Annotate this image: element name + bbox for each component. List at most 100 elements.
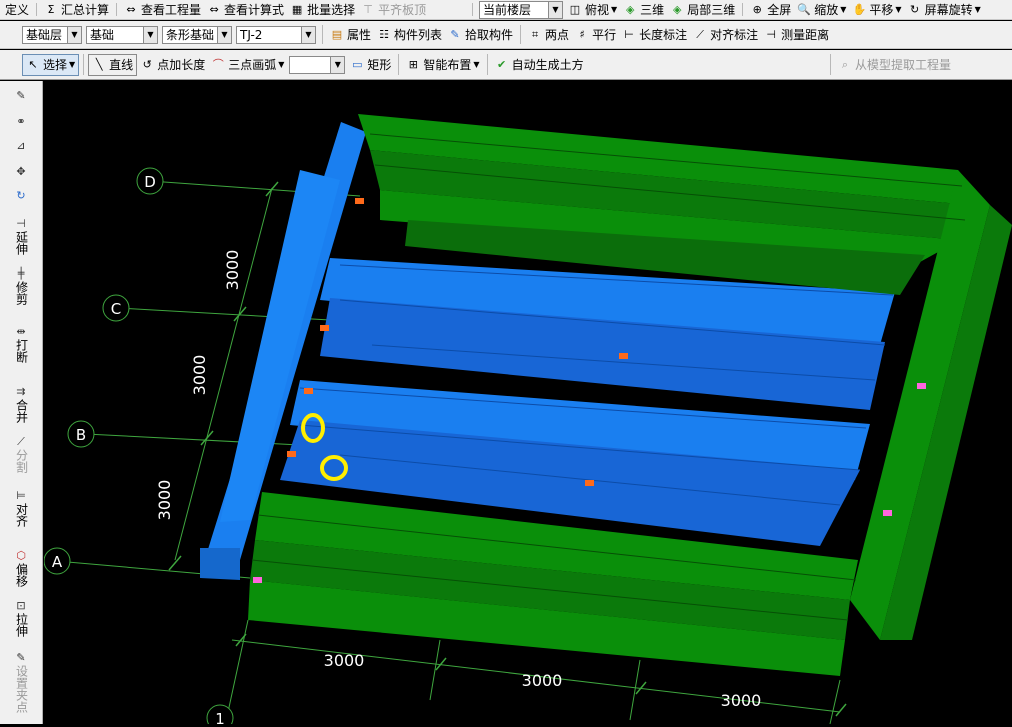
chevron-down-icon: ▼	[217, 26, 231, 43]
parallel-icon: ♯	[579, 27, 585, 41]
split-button[interactable]: ⟋ 分割	[0, 435, 42, 473]
element-list-button[interactable]: ☷ 构件列表	[374, 21, 445, 48]
3d-label: 三维	[640, 3, 665, 17]
list-icon: ☷	[379, 27, 389, 41]
break-button[interactable]: ⇹ 打断	[0, 325, 42, 363]
measure-distance-button[interactable]: ⊣ 测量距离	[761, 21, 832, 48]
foundation-model-svg[interactable]: D C B A 1 3000 3000 3000 3000 3000 3000	[43, 81, 1012, 727]
rotate-tool-button[interactable]: ↻	[0, 189, 42, 203]
element-list-label: 构件列表	[394, 28, 443, 42]
zoom-button[interactable]: 🔍 缩放 ▼	[794, 0, 849, 19]
define-button[interactable]: 定义	[2, 0, 32, 19]
axis-label-b: B	[76, 426, 86, 444]
measure-icon: ⊣	[766, 27, 776, 41]
select-button[interactable]: ↖ 选择 ▼	[22, 53, 80, 76]
smart-layout-button[interactable]: ⊞ 智能布置 ▼	[403, 50, 482, 79]
extract-quantity-button[interactable]: ⌕ 从模型提取工程量	[835, 50, 954, 79]
axis-label-1: 1	[215, 710, 225, 724]
3d-button[interactable]: ◈ 三维	[620, 0, 667, 19]
stretch-button[interactable]: ⊡ 拉伸	[0, 599, 42, 637]
align-button[interactable]: ⊨ 对齐	[0, 489, 42, 527]
auto-earthwork-button[interactable]: ✔ 自动生成土方	[492, 50, 587, 79]
move-tool-button[interactable]: ✥	[0, 165, 42, 179]
fullscreen-button[interactable]: ⊕ 全屏	[747, 0, 794, 19]
top-view-button[interactable]: ◫ 俯视 ▼	[565, 0, 620, 19]
pick-icon: ✎	[450, 27, 460, 41]
two-point-label: 两点	[545, 28, 570, 42]
two-point-axis-button[interactable]: ⌗ 两点	[525, 21, 572, 48]
screen-rotate-button[interactable]: ↻ 屏幕旋转 ▼	[905, 0, 984, 19]
layer-combo[interactable]: 基础层 ▼	[22, 25, 82, 44]
stretch-icon: ⊡	[16, 599, 26, 612]
mirror-tool-button[interactable]: ⊿	[0, 139, 42, 153]
align-label: 对齐	[14, 503, 29, 527]
zoom-icon: 🔍	[797, 2, 812, 16]
local-3d-button[interactable]: ◈ 局部三维	[667, 0, 738, 19]
three-point-arc-button[interactable]: ⌒ 三点画弧 ▼	[208, 50, 287, 79]
point-length-label: 点加长度	[157, 58, 206, 72]
properties-button[interactable]: ▤ 属性	[327, 21, 374, 48]
edit-tool-button[interactable]: ✎	[0, 89, 42, 103]
extend-button[interactable]: ⊣ 延伸	[0, 217, 42, 255]
layer-value: 基础层	[26, 28, 63, 42]
axis-label-d: D	[144, 173, 156, 191]
view-formula-button[interactable]: ⇔ 查看计算式	[204, 0, 287, 19]
break-icon: ⇹	[16, 325, 26, 338]
type-combo[interactable]: 条形基础 ▼	[162, 25, 232, 44]
rectangle-label: 矩形	[367, 58, 392, 72]
extract-icon: ⌕	[841, 57, 849, 71]
sum-calc-label: 汇总计算	[61, 3, 110, 17]
sigma-icon: Σ	[47, 2, 55, 16]
orange-marker	[619, 353, 628, 359]
divider	[322, 25, 323, 44]
cursor-icon: ↖	[28, 57, 38, 71]
extract-label: 从模型提取工程量	[855, 58, 952, 72]
category-combo[interactable]: 基础 ▼	[86, 25, 158, 44]
batch-select-icon: ▦	[291, 2, 303, 16]
divider	[36, 2, 38, 17]
merge-icon: ⇉	[16, 385, 26, 398]
aligned-dim-icon: ⟋	[696, 27, 704, 41]
length-dim-icon: ⊢	[624, 27, 634, 41]
split-icon: ⟋	[17, 435, 25, 448]
dim-label-vertical-2: 3000	[190, 355, 209, 396]
batch-select-button[interactable]: ▦ 批量选择	[287, 0, 358, 19]
grip-point-label: 设置夹点	[14, 665, 29, 713]
length-dim-button[interactable]: ⊢ 长度标注	[619, 21, 690, 48]
copy-tool-button[interactable]: ⚭	[0, 115, 42, 129]
3d-viewport[interactable]: D C B A 1 3000 3000 3000 3000 3000 3000	[43, 81, 1012, 727]
pick-element-button[interactable]: ✎ 拾取构件	[445, 21, 516, 48]
element-combo[interactable]: TJ-2 ▼	[236, 25, 316, 44]
pick-element-label: 拾取构件	[465, 28, 514, 42]
point-length-button[interactable]: ↺ 点加长度	[137, 50, 208, 79]
arc-option-combo[interactable]: ▼	[289, 55, 346, 74]
pan-button[interactable]: ✋ 平移 ▼	[849, 0, 904, 19]
fullscreen-icon: ⊕	[752, 2, 762, 16]
rectangle-button[interactable]: ▭ 矩形	[347, 50, 394, 79]
trim-button[interactable]: ╪ 修剪	[0, 267, 42, 305]
split-label: 分割	[14, 449, 29, 473]
parallel-axis-button[interactable]: ♯ 平行	[572, 21, 619, 48]
align-slab-top-button[interactable]: ⊤ 平齐板顶	[358, 0, 429, 19]
current-floor-combo[interactable]: 当前楼层 ▼	[479, 0, 563, 19]
grip-icon: ✎	[16, 651, 26, 664]
smart-layout-label: 智能布置	[423, 58, 472, 72]
line-button[interactable]: ╲ 直线	[88, 53, 138, 76]
aligned-dim-button[interactable]: ⟋ 对齐标注	[690, 21, 761, 48]
blue-left-beam-face	[200, 548, 240, 580]
element-toolbar: 基础层 ▼ 基础 ▼ 条形基础 ▼ TJ-2 ▼ ▤ 属性 ☷ 构件列表 ✎ 拾取构件 ⌗ 两点…	[0, 21, 1012, 49]
grip-point-button[interactable]: ✎ 设置夹点	[0, 651, 42, 713]
trim-label: 修剪	[14, 281, 29, 305]
select-label: 选择	[43, 58, 68, 72]
properties-icon: ▤	[331, 27, 343, 41]
offset-button[interactable]: ⬡ 偏移	[0, 549, 42, 587]
copy-icon: ⚭	[16, 115, 26, 128]
sum-calc-button[interactable]: Σ 汇总计算	[41, 0, 112, 19]
align-slab-icon: ⊤	[363, 2, 373, 16]
chevron-down-icon: ▼	[143, 26, 157, 43]
view-quantity-button[interactable]: ⇔ 查看工程量	[121, 0, 204, 19]
smart-layout-icon: ⊞	[408, 57, 418, 71]
current-floor-value: 当前楼层	[483, 3, 532, 17]
merge-button[interactable]: ⇉ 合并	[0, 385, 42, 423]
batch-select-label: 批量选择	[307, 3, 356, 17]
